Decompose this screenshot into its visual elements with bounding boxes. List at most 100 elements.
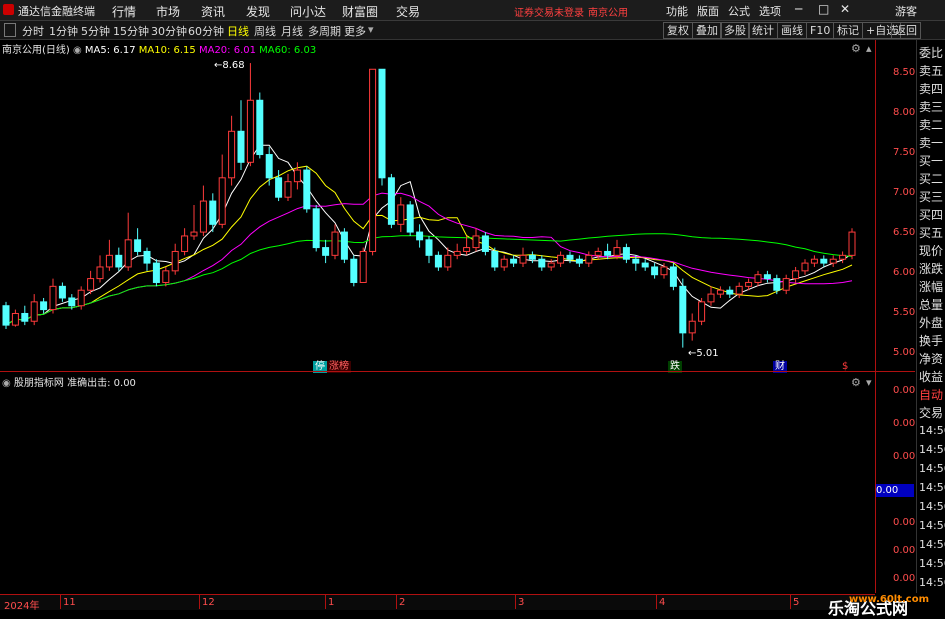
candle[interactable] xyxy=(434,251,442,271)
candle[interactable] xyxy=(735,282,743,298)
period-more[interactable]: 更多 xyxy=(344,23,366,39)
candle[interactable] xyxy=(190,204,198,240)
more-dropdown-icon[interactable]: ▾ xyxy=(368,23,374,36)
candle[interactable] xyxy=(754,270,762,287)
menu-wealth[interactable]: 财富圈 xyxy=(342,3,378,20)
candle[interactable] xyxy=(481,232,489,256)
auto-trade-label[interactable]: 自动 xyxy=(919,386,943,404)
candle[interactable] xyxy=(773,274,781,295)
close-icon[interactable]: ✕ xyxy=(840,2,850,16)
candle[interactable] xyxy=(848,228,856,260)
period-60min[interactable]: 60分钟 xyxy=(188,23,224,39)
menu-assistant[interactable]: 问小达 xyxy=(290,3,326,20)
candle[interactable] xyxy=(472,228,480,252)
overlay-button[interactable]: 叠加 xyxy=(692,22,722,39)
candle[interactable] xyxy=(21,305,29,326)
candle[interactable] xyxy=(726,286,734,298)
candle[interactable] xyxy=(585,251,593,267)
candle[interactable] xyxy=(49,278,57,314)
candle[interactable] xyxy=(453,243,461,260)
candle[interactable] xyxy=(387,173,395,229)
candle[interactable] xyxy=(801,259,809,275)
candle[interactable] xyxy=(622,243,630,264)
guest-label[interactable]: 游客 xyxy=(895,3,917,19)
candle[interactable] xyxy=(265,146,273,186)
indicator-toggle-icon[interactable]: ◉ xyxy=(2,378,11,389)
candle[interactable] xyxy=(810,255,818,267)
candle[interactable] xyxy=(698,297,706,326)
candle[interactable] xyxy=(246,63,254,167)
candle[interactable] xyxy=(763,270,771,283)
period-5min[interactable]: 5分钟 xyxy=(81,23,110,39)
candle[interactable] xyxy=(30,294,38,326)
candle[interactable] xyxy=(162,266,170,287)
stats-button[interactable]: 统计 xyxy=(748,22,778,39)
candle[interactable] xyxy=(839,251,847,264)
candle[interactable] xyxy=(134,228,142,256)
candle[interactable] xyxy=(218,154,226,229)
minimize-icon[interactable]: ─ xyxy=(795,2,802,16)
candle[interactable] xyxy=(199,185,207,236)
candle[interactable] xyxy=(124,212,132,271)
panel-toggle-icon[interactable] xyxy=(4,23,16,37)
candle[interactable] xyxy=(350,255,358,287)
tool-formula[interactable]: 公式 xyxy=(728,3,750,19)
f10-button[interactable]: F10 xyxy=(806,22,835,39)
candle[interactable] xyxy=(792,266,800,283)
candle[interactable] xyxy=(2,301,10,329)
candle[interactable] xyxy=(707,286,715,306)
candle[interactable] xyxy=(105,239,113,271)
candle[interactable] xyxy=(425,235,433,264)
candle[interactable] xyxy=(575,255,583,267)
candle[interactable] xyxy=(519,247,527,267)
candle[interactable] xyxy=(77,286,85,310)
multi-stock-button[interactable]: 多股 xyxy=(720,22,750,39)
period-1min[interactable]: 1分钟 xyxy=(49,23,78,39)
tool-layout[interactable]: 版面 xyxy=(697,3,719,19)
tool-functions[interactable]: 功能 xyxy=(666,3,688,19)
period-monthly[interactable]: 月线 xyxy=(281,23,303,39)
candle[interactable] xyxy=(115,247,123,271)
menu-quotes[interactable]: 行情 xyxy=(112,3,136,20)
candle[interactable] xyxy=(96,255,104,283)
candle[interactable] xyxy=(416,224,424,248)
indicator-chart[interactable] xyxy=(0,371,875,593)
candle[interactable] xyxy=(312,204,320,252)
candle[interactable] xyxy=(378,68,386,186)
candle[interactable] xyxy=(228,115,236,186)
menu-market[interactable]: 市场 xyxy=(156,3,180,20)
menu-trade[interactable]: 交易 xyxy=(396,3,420,20)
candle[interactable] xyxy=(11,309,19,327)
candle[interactable] xyxy=(152,259,160,287)
candle[interactable] xyxy=(303,166,311,213)
trade-label[interactable]: 交易 xyxy=(919,404,943,422)
menu-news[interactable]: 资讯 xyxy=(201,3,225,20)
candlestick-chart[interactable] xyxy=(0,40,875,371)
candle[interactable] xyxy=(143,247,151,271)
candle[interactable] xyxy=(641,259,649,271)
candle[interactable] xyxy=(340,228,348,264)
candle[interactable] xyxy=(716,286,724,298)
tool-options[interactable]: 选项 xyxy=(759,3,781,19)
candle[interactable] xyxy=(820,255,828,267)
candle[interactable] xyxy=(284,173,292,202)
draw-button[interactable]: 画线 xyxy=(777,22,807,39)
candle[interactable] xyxy=(171,243,179,275)
period-15min[interactable]: 15分钟 xyxy=(113,23,149,39)
candle[interactable] xyxy=(359,247,367,283)
period-daily[interactable]: 日线 xyxy=(227,23,249,39)
menu-discover[interactable]: 发现 xyxy=(246,3,270,20)
candle[interactable] xyxy=(463,235,471,256)
period-weekly[interactable]: 周线 xyxy=(254,23,276,39)
maximize-icon[interactable]: □ xyxy=(818,2,829,16)
indicator-name[interactable]: 股朋指标网 xyxy=(14,378,64,389)
candle[interactable] xyxy=(237,100,245,171)
mark-button[interactable]: 标记 xyxy=(833,22,863,39)
candle[interactable] xyxy=(87,270,95,295)
candle[interactable] xyxy=(58,282,66,302)
candle[interactable] xyxy=(491,247,499,271)
indicator-settings-icon[interactable]: ⚙ xyxy=(851,376,861,389)
candle[interactable] xyxy=(40,297,48,314)
candle[interactable] xyxy=(688,313,696,341)
candle[interactable] xyxy=(369,68,377,256)
